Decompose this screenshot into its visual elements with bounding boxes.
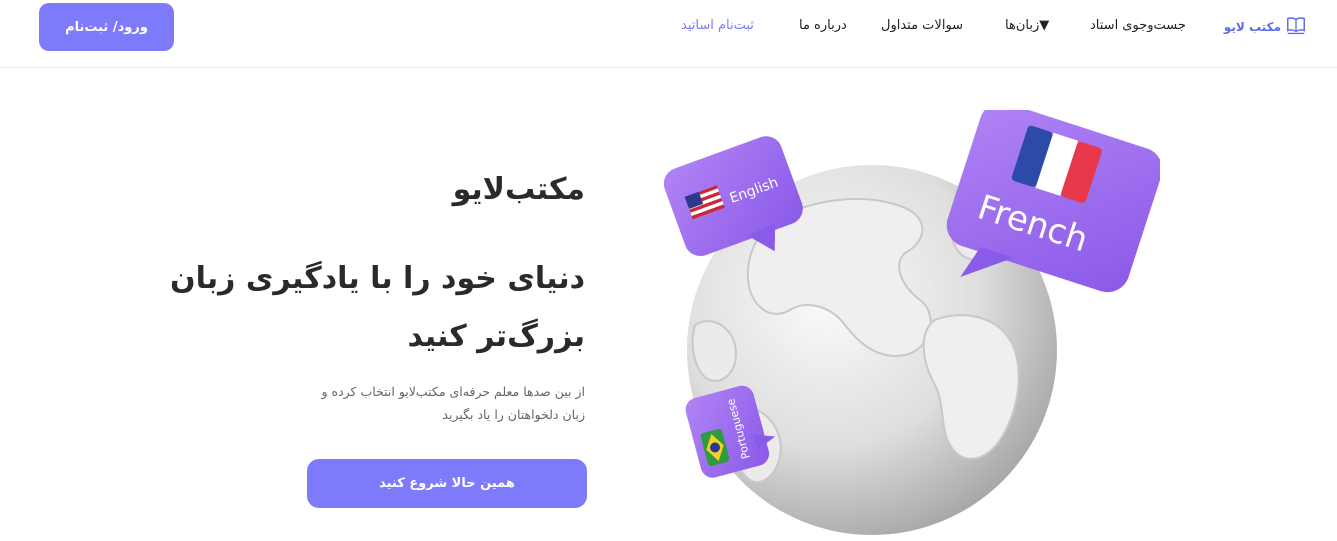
hero-brand-title: مکتب‌لایو xyxy=(452,172,585,207)
nav-search-teacher[interactable]: جست‌وجوی استاد xyxy=(1090,17,1186,35)
hero-headline: دنیای خود را با یادگیری زبان بزرگ‌تر کنی… xyxy=(145,250,585,366)
book-logo-icon xyxy=(1285,14,1307,40)
start-now-button[interactable]: همین حالا شروع کنید xyxy=(307,459,587,508)
top-navbar: ورود/ ثبت‌نام ثبت‌نام اساتید درباره ما س… xyxy=(0,0,1337,68)
nav-about[interactable]: درباره ما xyxy=(799,17,847,35)
nav-faq[interactable]: سوالات متداول xyxy=(881,17,963,35)
headline-line-2: بزرگ‌تر کنید xyxy=(407,319,585,354)
globe-illustration: English French Portuguese xyxy=(600,102,1163,537)
site-logo[interactable]: مکتب لایو xyxy=(1224,14,1307,40)
login-signup-button[interactable]: ورود/ ثبت‌نام xyxy=(39,3,174,51)
description-line-1: از بین صدها معلم حرفه‌ای مکتب‌لایو انتخا… xyxy=(321,384,585,399)
logo-text: مکتب لایو xyxy=(1223,20,1281,34)
nav-teacher-signup[interactable]: ثبت‌نام اساتید xyxy=(681,17,754,35)
hero-description: از بین صدها معلم حرفه‌ای مکتب‌لایو انتخا… xyxy=(285,380,585,426)
headline-line-1: دنیای خود را با یادگیری زبان xyxy=(170,261,585,296)
description-line-2: زبان دلخواهتان را یاد بگیرید xyxy=(442,407,585,422)
nav-languages-dropdown[interactable]: زبان‌ها▼ xyxy=(1005,17,1049,35)
